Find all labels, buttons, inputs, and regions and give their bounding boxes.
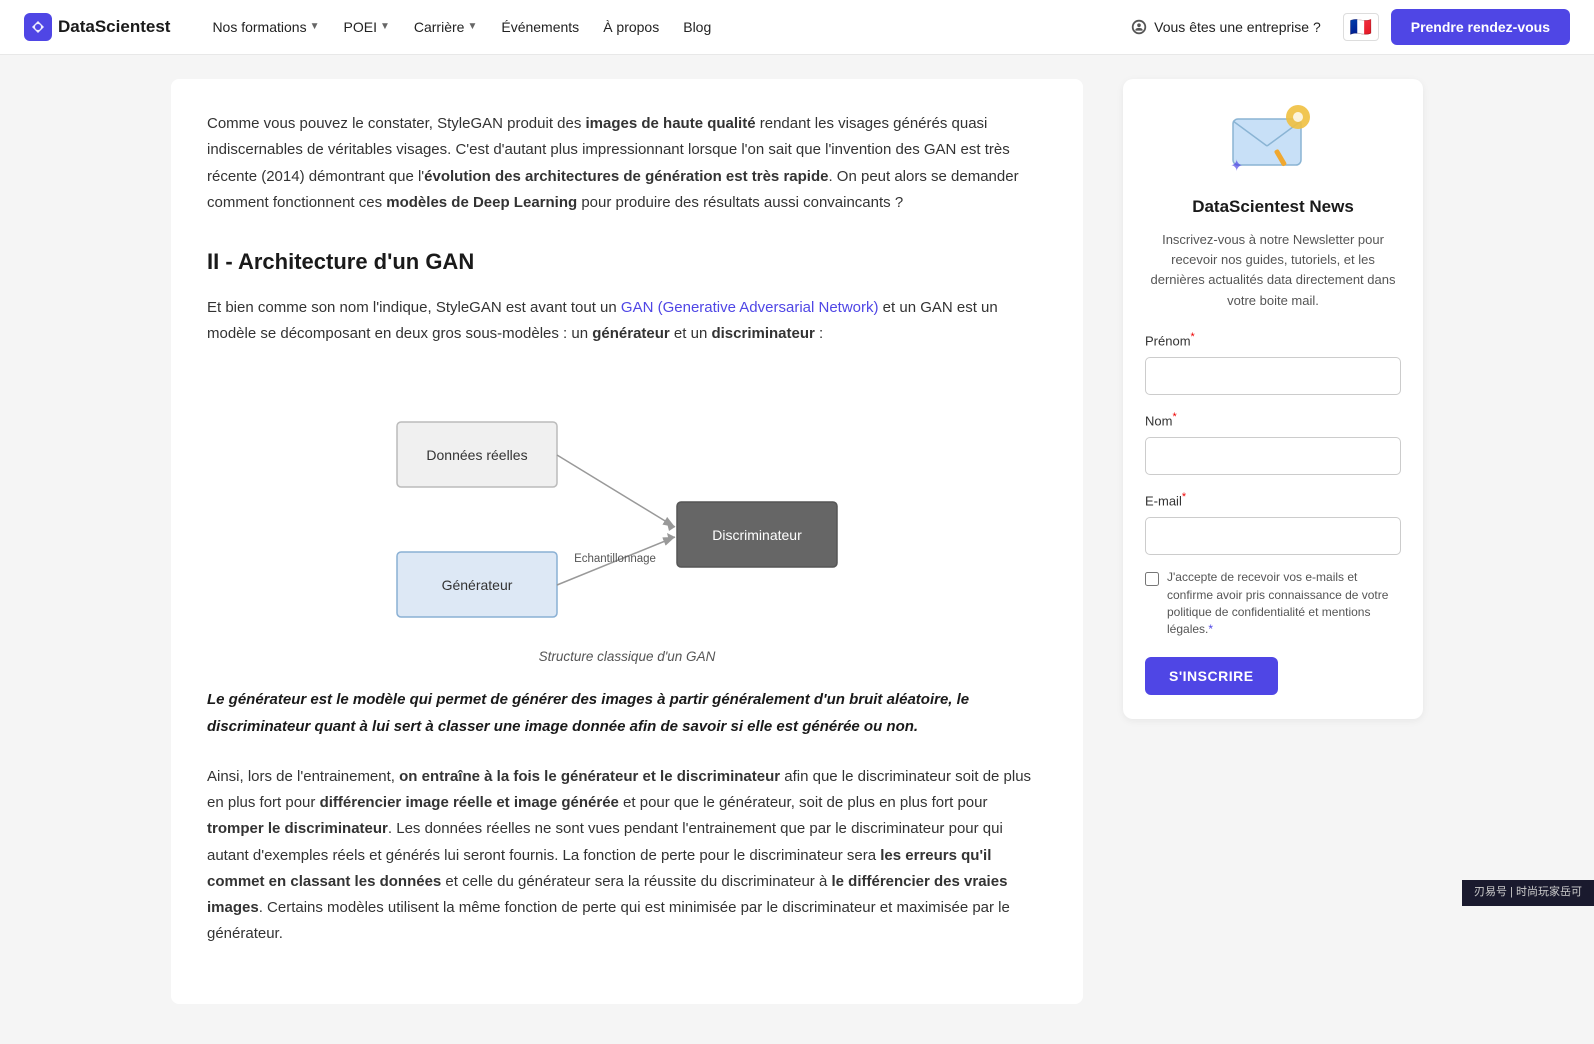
nav-item-apropos[interactable]: À propos — [593, 10, 669, 44]
nav-menu: Nos formations ▼ POEI ▼ Carrière ▼ Événe… — [202, 10, 1120, 44]
article-body-p2: Ainsi, lors de l'entrainement, on entraî… — [207, 764, 1047, 948]
email-input[interactable] — [1145, 517, 1401, 555]
svg-text:✦: ✦ — [1230, 158, 1243, 175]
nav-item-evenements[interactable]: Événements — [491, 10, 589, 44]
gan-diagram: Données réelles Générateur Discriminateu… — [367, 372, 887, 632]
email-label: E-mail* — [1145, 489, 1401, 512]
logo[interactable]: DataScientest — [24, 13, 170, 41]
article-body-p1: Et bien comme son nom l'indique, StyleGA… — [207, 295, 1047, 348]
quote-block: Le générateur est le modèle qui permet d… — [207, 687, 1047, 740]
nom-input[interactable] — [1145, 437, 1401, 475]
newsletter-icon: ✦ — [1228, 99, 1318, 179]
privacy-link[interactable]: * — [1208, 622, 1213, 636]
consent-label: J'accepte de recevoir vos e-mails et con… — [1167, 569, 1401, 639]
page-container: Comme vous pouvez le constater, StyleGAN… — [147, 55, 1447, 1044]
language-flag-button[interactable]: 🇫🇷 — [1343, 13, 1379, 41]
logo-text: DataScientest — [58, 13, 170, 40]
prenom-input[interactable] — [1145, 357, 1401, 395]
article-intro: Comme vous pouvez le constater, StyleGAN… — [207, 111, 1047, 216]
svg-text:Données réelles: Données réelles — [426, 447, 527, 463]
diagram-container: Données réelles Générateur Discriminateu… — [367, 372, 887, 668]
chevron-down-icon: ▼ — [380, 19, 390, 35]
prenom-label: Prénom* — [1145, 329, 1401, 352]
nom-group: Nom* — [1145, 409, 1401, 475]
svg-text:Discriminateur: Discriminateur — [712, 527, 802, 543]
navbar-right: Vous êtes une entreprise ? 🇫🇷 Prendre re… — [1120, 9, 1570, 45]
checkbox-row: J'accepte de recevoir vos e-mails et con… — [1145, 569, 1401, 639]
enterprise-icon — [1130, 18, 1148, 36]
nom-label: Nom* — [1145, 409, 1401, 432]
newsletter-card: ✦ DataScientest News Inscrivez-vous à no… — [1123, 79, 1423, 719]
email-group: E-mail* — [1145, 489, 1401, 555]
nav-item-carriere[interactable]: Carrière ▼ — [404, 10, 487, 44]
svg-text:Générateur: Générateur — [442, 577, 513, 593]
newsletter-desc: Inscrivez-vous à notre Newsletter pour r… — [1145, 230, 1401, 311]
subscribe-button[interactable]: S'INSCRIRE — [1145, 657, 1278, 695]
watermark: 刃易号 | 时尚玩家岳可 — [1462, 880, 1594, 906]
newsletter-title: DataScientest News — [1145, 193, 1401, 220]
gan-link[interactable]: GAN (Generative Adversarial Network) — [621, 299, 879, 316]
diagram-caption: Structure classique d'un GAN — [367, 646, 887, 668]
sidebar: ✦ DataScientest News Inscrivez-vous à no… — [1123, 79, 1423, 1004]
article-main: Comme vous pouvez le constater, StyleGAN… — [171, 79, 1083, 1004]
consent-checkbox[interactable] — [1145, 572, 1159, 586]
section-heading: II - Architecture d'un GAN — [207, 244, 1047, 279]
cta-button[interactable]: Prendre rendez-vous — [1391, 9, 1570, 45]
navbar: DataScientest Nos formations ▼ POEI ▼ Ca… — [0, 0, 1594, 55]
newsletter-icon-wrap: ✦ — [1145, 99, 1401, 179]
prenom-group: Prénom* — [1145, 329, 1401, 395]
nav-item-formations[interactable]: Nos formations ▼ — [202, 10, 329, 44]
nav-item-blog[interactable]: Blog — [673, 10, 721, 44]
chevron-down-icon: ▼ — [310, 19, 320, 35]
nav-item-poei[interactable]: POEI ▼ — [334, 10, 400, 44]
enterprise-button[interactable]: Vous êtes une entreprise ? — [1120, 10, 1331, 44]
svg-text:Echantillonnage: Echantillonnage — [574, 553, 656, 565]
logo-icon — [24, 13, 52, 41]
chevron-down-icon: ▼ — [467, 19, 477, 35]
